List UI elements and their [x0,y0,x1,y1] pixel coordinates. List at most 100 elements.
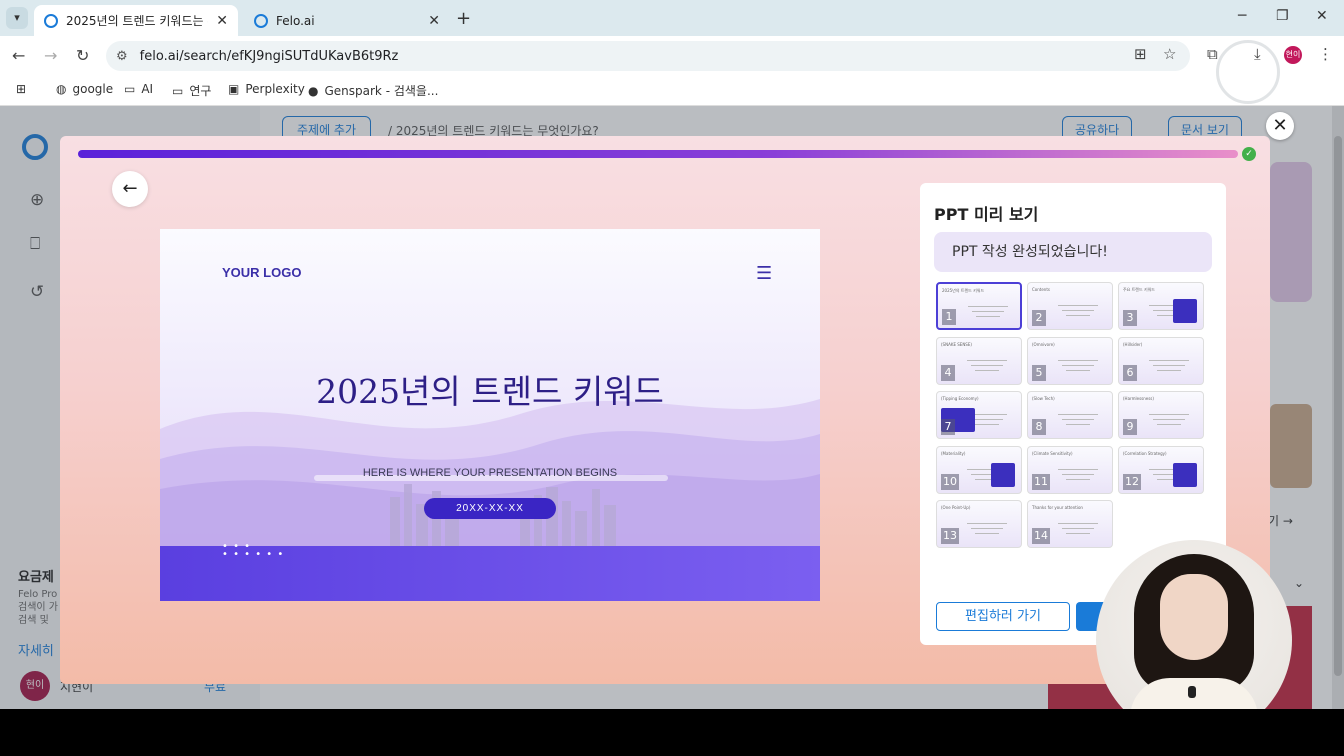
slide-thumbnail[interactable]: Contents 2 [1027,282,1113,330]
slide-thumbnail[interactable]: (One Point-Up) 13 [936,500,1022,548]
perplexity-icon: ▣ [228,82,240,96]
install-app-icon[interactable]: ⊞ [1134,45,1147,63]
thumbnail-number: 3 [1123,310,1137,326]
slide-thumbnail[interactable]: (SNAKE SENSE) 4 [936,336,1022,385]
thumbnail-number: 14 [1032,528,1050,544]
slide-thumbnail[interactable]: 2025년의 트렌드 키워드 1 [936,282,1022,330]
thumbnail-number: 11 [1032,473,1050,490]
bookmark-ai[interactable]: ▭ AI [124,82,153,96]
thumbnail-title: Contents [1032,287,1050,292]
thumbnail-text-line [1066,533,1090,534]
window-close-icon[interactable]: ✕ [1316,8,1328,24]
bookmark-label: Perplexity [245,82,305,96]
slide-thumbnail[interactable]: (Hillsider) 6 [1118,336,1204,385]
thumbnail-title: (Materiality) [941,450,966,456]
browser-tab-active[interactable]: 2025년의 트렌드 키워드는 무엇 ✕ [34,5,238,36]
thumbnail-text-line [1062,528,1094,529]
browser-tab-inactive[interactable]: Felo.ai ✕ [244,5,450,36]
thumbnail-text-line [1062,364,1094,366]
thumbnail-text-line [975,533,999,534]
thumbnail-number: 10 [941,473,959,490]
slide-thumbnail[interactable]: (Correlation Strategy) 12 [1118,445,1204,494]
bookmark-genspark[interactable]: ● Genspark - 검색을... [308,82,438,99]
forward-icon[interactable]: → [44,46,57,65]
thumbnail-text-line [1058,305,1098,306]
slide-subtitle: HERE IS WHERE YOUR PRESENTATION BEGINS [362,467,618,479]
thumbnail-text-line [1066,315,1090,316]
bookmark-label: AI [141,82,154,96]
thumbnail-text-line [1157,424,1181,425]
tab-title: 2025년의 트렌드 키워드는 무엇 [66,14,208,28]
globe-icon: ◍ [56,82,67,96]
modal-close-icon[interactable]: ✕ [1266,112,1294,140]
slide-thumbnail[interactable]: (Harmlessness) 9 [1118,391,1204,439]
bookmark-google[interactable]: ◍ google [56,82,113,96]
bookmark-label: Genspark - 검색을... [324,84,439,98]
microphone-icon [1188,686,1196,698]
folder-icon: ▭ [124,82,136,96]
slide-preview: YOUR LOGO ☰ 2025년의 트렌드 키워드 HERE IS WHERE… [160,229,820,601]
thumbnail-text-line [971,419,1003,420]
thumbnail-text-line [967,359,1007,361]
ppt-generation-modal: ✓ ← YOUR LOGO ☰ 2025년의 트렌드 키워드 HERE IS W… [60,136,1270,684]
thumbnail-text-line [1153,364,1185,366]
bookmark-label: google [72,82,114,96]
tab-search-dropdown-icon[interactable]: ▾ [6,7,28,29]
slide-thumbnail[interactable]: (Omnivore) 5 [1027,336,1113,385]
apps-grid-icon[interactable]: ⊞ [16,82,26,96]
slide-thumbnail[interactable]: Thanks for your attention 14 [1027,500,1113,548]
thumbnail-text-line [1066,478,1090,480]
bookmarks-bar: ⊞ ◍ google ▭ AI ▭ 연구 ▣ Perplexity ● Genspark … [0,76,1344,106]
site-info-icon[interactable]: ⚙ [116,49,128,64]
browser-toolbar: ← → ↻ ⚙ felo.ai/search/efKJ9ngiSUTdUKavB… [0,36,1344,76]
new-tab-icon[interactable]: + [456,8,471,29]
bookmark-star-icon[interactable]: ☆ [1163,45,1176,63]
thumbnail-number: 1 [942,309,956,325]
thumbnail-title: (SNAKE SENSE) [941,341,972,347]
back-icon[interactable]: ← [12,46,25,65]
tab-close-icon[interactable]: ✕ [216,13,228,29]
dot-pattern-icon: • • • • • • • • • [222,541,285,560]
extensions-icon[interactable]: ⧉ [1207,45,1218,63]
restore-icon[interactable]: ❐ [1276,8,1289,24]
reload-icon[interactable]: ↻ [76,46,89,65]
thumbnail-title: (One Point-Up) [941,505,971,510]
folder-icon: ▭ [172,83,184,98]
status-message: PPT 작성 완성되었습니다! [934,232,1212,272]
tab-close-icon[interactable]: ✕ [428,13,440,29]
thumbnail-text-line [967,523,1007,524]
thumbnail-number: 6 [1123,364,1137,381]
thumbnail-title: (Hillsider) [1123,341,1143,347]
thumbnail-title: (Slow Tech) [1032,396,1055,401]
profile-avatar[interactable]: 현이 [1284,46,1302,64]
thumbnail-title: (Omnivore) [1032,341,1055,347]
letterbox-bar [0,709,1344,756]
minimize-icon[interactable]: ─ [1238,8,1246,24]
thumbnail-number: 5 [1032,364,1046,381]
edit-button[interactable]: 편집하러 가기 [936,602,1070,631]
bookmark-perplexity[interactable]: ▣ Perplexity [228,82,305,96]
slide-thumbnail[interactable]: (Climate Sensitivity) 11 [1027,445,1113,494]
slide-logo: YOUR LOGO [222,265,302,280]
preview-title: PPT 미리 보기 [934,205,1039,224]
slide-thumbnail[interactable]: (Materiality) 10 [936,445,1022,494]
thumbnail-title: (Harmlessness) [1123,396,1154,401]
slide-thumbnail[interactable]: (Tipping Economy) 7 [936,391,1022,439]
slide-thumbnail[interactable]: (Slow Tech) 8 [1027,391,1113,439]
slide-date-pill: 20XX-XX-XX [424,498,556,519]
thumbnail-text-line [972,311,1004,312]
thumbnail-text-line [968,306,1008,307]
bookmark-research[interactable]: ▭ 연구 [172,82,211,99]
thumbnail-text-line [1058,414,1098,415]
slide-thumbnail[interactable]: 주요 트렌드 키워드 3 [1118,282,1204,330]
address-bar[interactable]: ⚙ felo.ai/search/efKJ9ngiSUTdUKavB6t9Rz [106,41,1190,71]
felo-favicon-icon [44,13,58,28]
thumbnail-text-line [1058,523,1098,524]
thumbnail-text-line [971,528,1003,529]
browser-menu-icon[interactable]: ⋮ [1318,45,1333,63]
back-arrow-icon[interactable]: ← [112,171,148,207]
thumbnail-number: 8 [1032,419,1046,435]
felo-favicon-icon [254,13,268,28]
thumbnail-text-line [1058,359,1098,361]
screen: ▾ 2025년의 트렌드 키워드는 무엇 ✕ Felo.ai ✕ + ─ ❐ ✕… [0,0,1344,756]
